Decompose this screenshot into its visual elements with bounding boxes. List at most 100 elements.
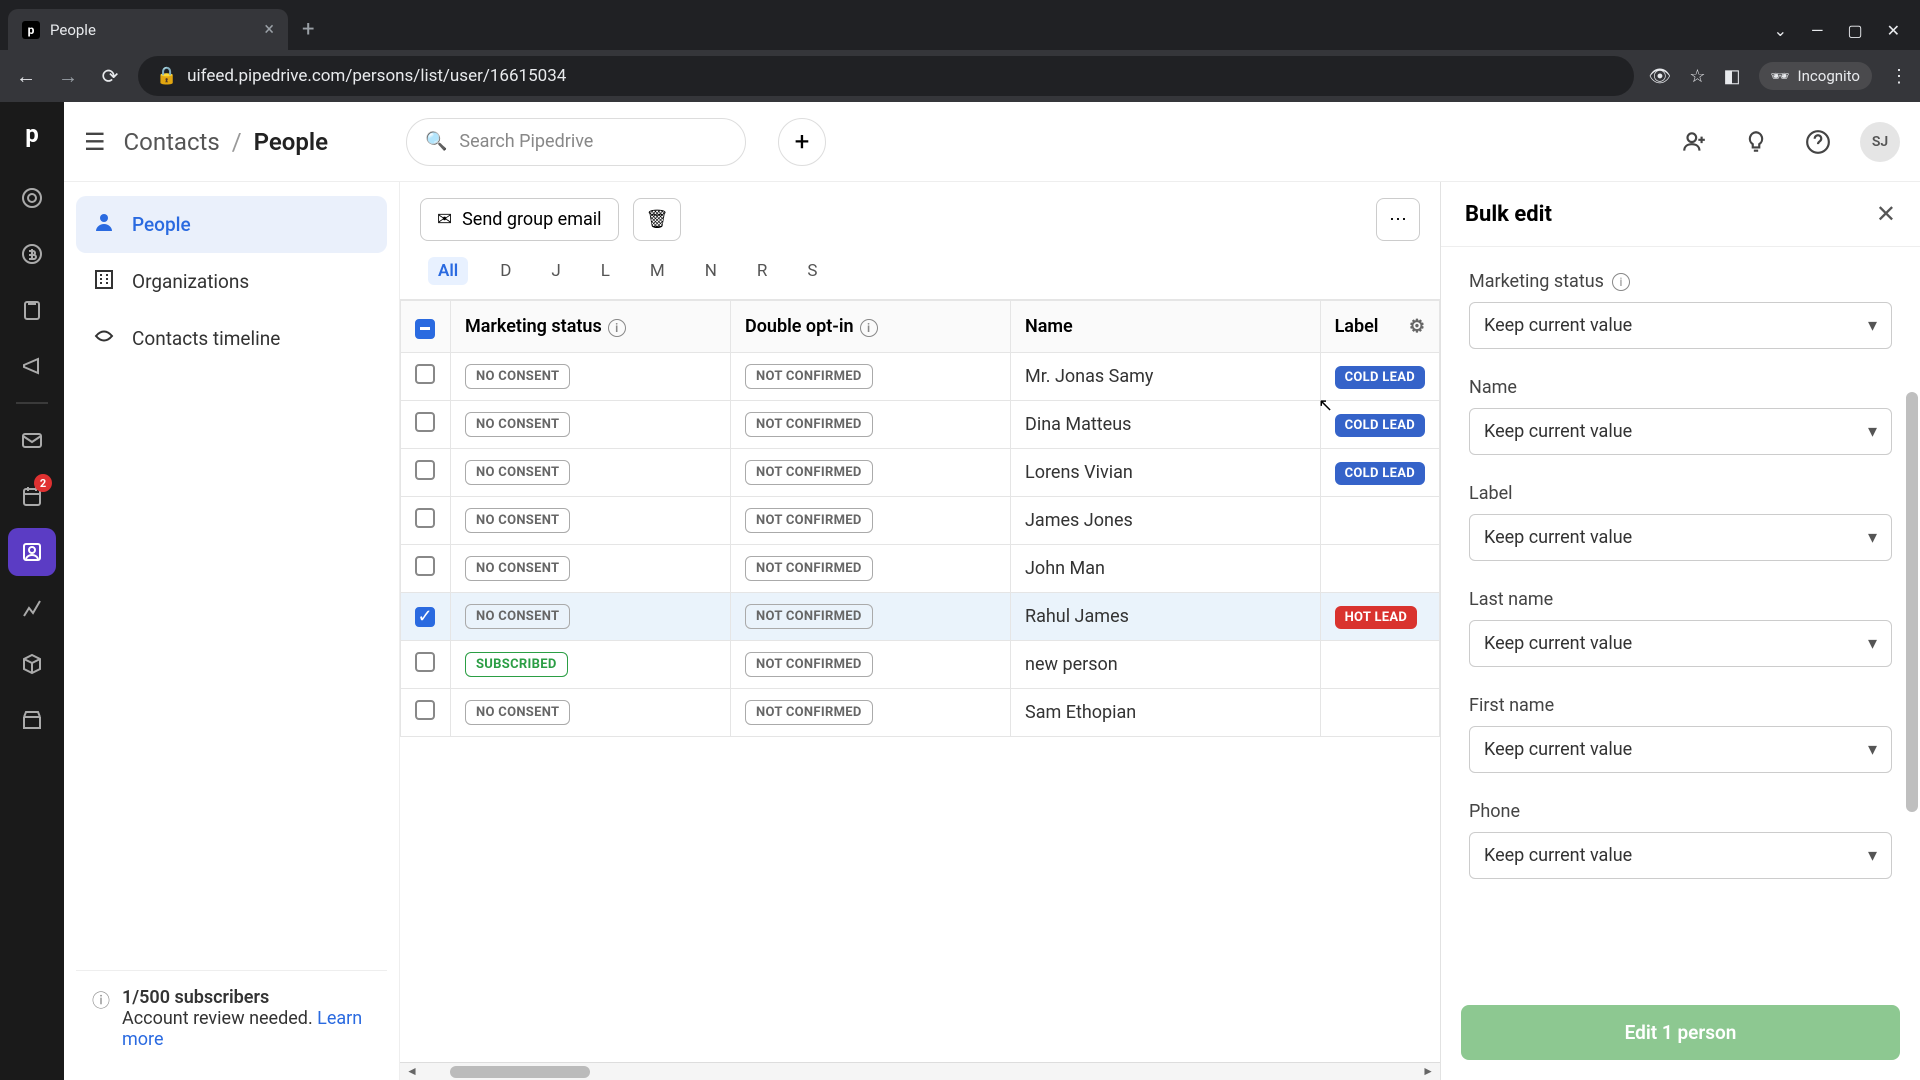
rail-target-icon[interactable] (8, 174, 56, 222)
column-header[interactable]: Marketing statusi (451, 301, 731, 353)
field-select[interactable]: Keep current value ▾ (1469, 726, 1892, 773)
scroll-left-icon[interactable]: ◄ (406, 1064, 418, 1078)
chevron-down-icon: ▾ (1868, 739, 1877, 760)
row-checkbox[interactable] (415, 364, 435, 384)
sidebar-item-people[interactable]: People (76, 196, 387, 253)
info-icon[interactable]: i (860, 319, 878, 337)
send-group-email-button[interactable]: ✉ Send group email (420, 198, 619, 241)
sidebar-item-contacts-timeline[interactable]: Contacts timeline (76, 310, 387, 367)
column-header[interactable]: Label⚙ (1320, 301, 1439, 353)
reload-icon[interactable]: ⟳ (96, 64, 124, 88)
close-tab-icon[interactable]: × (264, 19, 274, 40)
table-wrap[interactable]: Marketing statusiDouble opt-iniNameLabel… (400, 299, 1440, 1062)
table-row[interactable]: NO CONSENT NOT CONFIRMED James Jones (401, 497, 1440, 545)
table-row[interactable]: NO CONSENT NOT CONFIRMED Sam Ethopian (401, 689, 1440, 737)
name-cell[interactable]: Sam Ethopian (1011, 689, 1321, 737)
rail-insights-icon[interactable] (8, 584, 56, 632)
column-header[interactable]: Name (1011, 301, 1321, 353)
rail-activities-icon[interactable]: 2 (8, 472, 56, 520)
edit-person-submit-button[interactable]: Edit 1 person (1461, 1005, 1900, 1060)
label-badge: COLD LEAD (1335, 366, 1425, 389)
invite-user-icon[interactable] (1674, 122, 1714, 162)
row-checkbox[interactable] (415, 556, 435, 576)
field-select[interactable]: Keep current value ▾ (1469, 302, 1892, 349)
alpha-filter-j[interactable]: J (543, 257, 568, 285)
row-checkbox[interactable]: ✓ (415, 607, 435, 627)
column-settings-icon[interactable]: ⚙ (1409, 316, 1425, 337)
rail-marketplace-icon[interactable] (8, 696, 56, 744)
field-select[interactable]: Keep current value ▾ (1469, 620, 1892, 667)
breadcrumb-root[interactable]: Contacts (124, 128, 220, 156)
rail-deals-icon[interactable] (8, 230, 56, 278)
panel-close-icon[interactable]: ✕ (1876, 200, 1896, 228)
back-icon[interactable]: ← (12, 64, 40, 89)
info-icon[interactable]: i (608, 319, 626, 337)
row-checkbox[interactable] (415, 700, 435, 720)
name-cell[interactable]: Rahul James (1011, 593, 1321, 641)
name-cell[interactable]: James Jones (1011, 497, 1321, 545)
url-input[interactable]: 🔒 uifeed.pipedrive.com/persons/list/user… (138, 56, 1634, 96)
info-icon[interactable]: i (1612, 273, 1630, 291)
browser-tab[interactable]: p People × (8, 9, 288, 50)
alpha-filter-all[interactable]: All (428, 257, 468, 285)
table-row[interactable]: NO CONSENT NOT CONFIRMED Dina Matteus CO… (401, 401, 1440, 449)
kebab-menu-icon[interactable]: ⋮ (1890, 66, 1908, 87)
close-window-icon[interactable]: ✕ (1887, 21, 1900, 40)
rail-campaigns-icon[interactable] (8, 342, 56, 390)
avatar[interactable]: SJ (1860, 122, 1900, 162)
maximize-icon[interactable]: ▢ (1847, 21, 1862, 40)
alpha-filter-n[interactable]: N (697, 257, 725, 285)
select-all-checkbox[interactable] (415, 319, 435, 339)
search-input[interactable]: 🔍 Search Pipedrive (406, 118, 746, 166)
panel-scrollbar-thumb[interactable] (1906, 392, 1918, 812)
scrollbar-thumb[interactable] (450, 1066, 590, 1078)
alpha-filter-l[interactable]: L (593, 257, 618, 285)
minimize-icon[interactable]: ― (1811, 21, 1824, 40)
rail-projects-icon[interactable] (8, 286, 56, 334)
alpha-filter-m[interactable]: M (642, 257, 673, 285)
row-checkbox[interactable] (415, 508, 435, 528)
horizontal-scrollbar[interactable]: ◄ ► (400, 1062, 1440, 1080)
eye-off-icon[interactable]: 👁 (1648, 66, 1671, 87)
bulk-edit-field: Label Keep current value ▾ (1469, 483, 1892, 561)
name-cell[interactable]: John Man (1011, 545, 1321, 593)
menu-toggle-icon[interactable]: ☰ (84, 128, 106, 156)
chevron-down-icon[interactable]: ⌄ (1774, 21, 1787, 40)
table-row[interactable]: ✓ NO CONSENT NOT CONFIRMED Rahul James H… (401, 593, 1440, 641)
alpha-filter-s[interactable]: S (799, 257, 825, 285)
field-select[interactable]: Keep current value ▾ (1469, 514, 1892, 561)
scroll-right-icon[interactable]: ► (1422, 1064, 1434, 1078)
table-row[interactable]: SUBSCRIBED NOT CONFIRMED new person (401, 641, 1440, 689)
add-button[interactable]: + (778, 118, 826, 166)
chevron-down-icon: ▾ (1868, 633, 1877, 654)
rail-mail-icon[interactable] (8, 416, 56, 464)
name-cell[interactable]: new person (1011, 641, 1321, 689)
app-logo-icon[interactable]: p (14, 116, 50, 152)
panel-body[interactable]: Marketing statusi Keep current value ▾ N… (1441, 247, 1920, 991)
more-actions-button[interactable]: ⋯ (1376, 198, 1420, 241)
name-cell[interactable]: Dina Matteus (1011, 401, 1321, 449)
alpha-filter-r[interactable]: R (749, 257, 775, 285)
table-row[interactable]: NO CONSENT NOT CONFIRMED John Man (401, 545, 1440, 593)
row-checkbox[interactable] (415, 412, 435, 432)
sidebar-item-organizations[interactable]: Organizations (76, 253, 387, 310)
new-tab-button[interactable]: + (288, 9, 328, 50)
name-cell[interactable]: Mr. Jonas Samy (1011, 353, 1321, 401)
extensions-icon[interactable]: ◧ (1723, 66, 1740, 87)
rail-products-icon[interactable] (8, 640, 56, 688)
panel-footer: Edit 1 person (1441, 991, 1920, 1080)
field-select[interactable]: Keep current value ▾ (1469, 832, 1892, 879)
field-select[interactable]: Keep current value ▾ (1469, 408, 1892, 455)
alpha-filter-d[interactable]: D (492, 257, 519, 285)
help-icon[interactable] (1798, 122, 1838, 162)
table-row[interactable]: NO CONSENT NOT CONFIRMED Mr. Jonas Samy … (401, 353, 1440, 401)
column-header[interactable]: Double opt-ini (731, 301, 1011, 353)
row-checkbox[interactable] (415, 652, 435, 672)
row-checkbox[interactable] (415, 460, 435, 480)
table-row[interactable]: NO CONSENT NOT CONFIRMED Lorens Vivian C… (401, 449, 1440, 497)
bookmark-icon[interactable]: ☆ (1689, 66, 1705, 87)
delete-button[interactable]: 🗑 (633, 198, 682, 241)
assistant-icon[interactable] (1736, 122, 1776, 162)
name-cell[interactable]: Lorens Vivian (1011, 449, 1321, 497)
rail-contacts-icon[interactable] (8, 528, 56, 576)
